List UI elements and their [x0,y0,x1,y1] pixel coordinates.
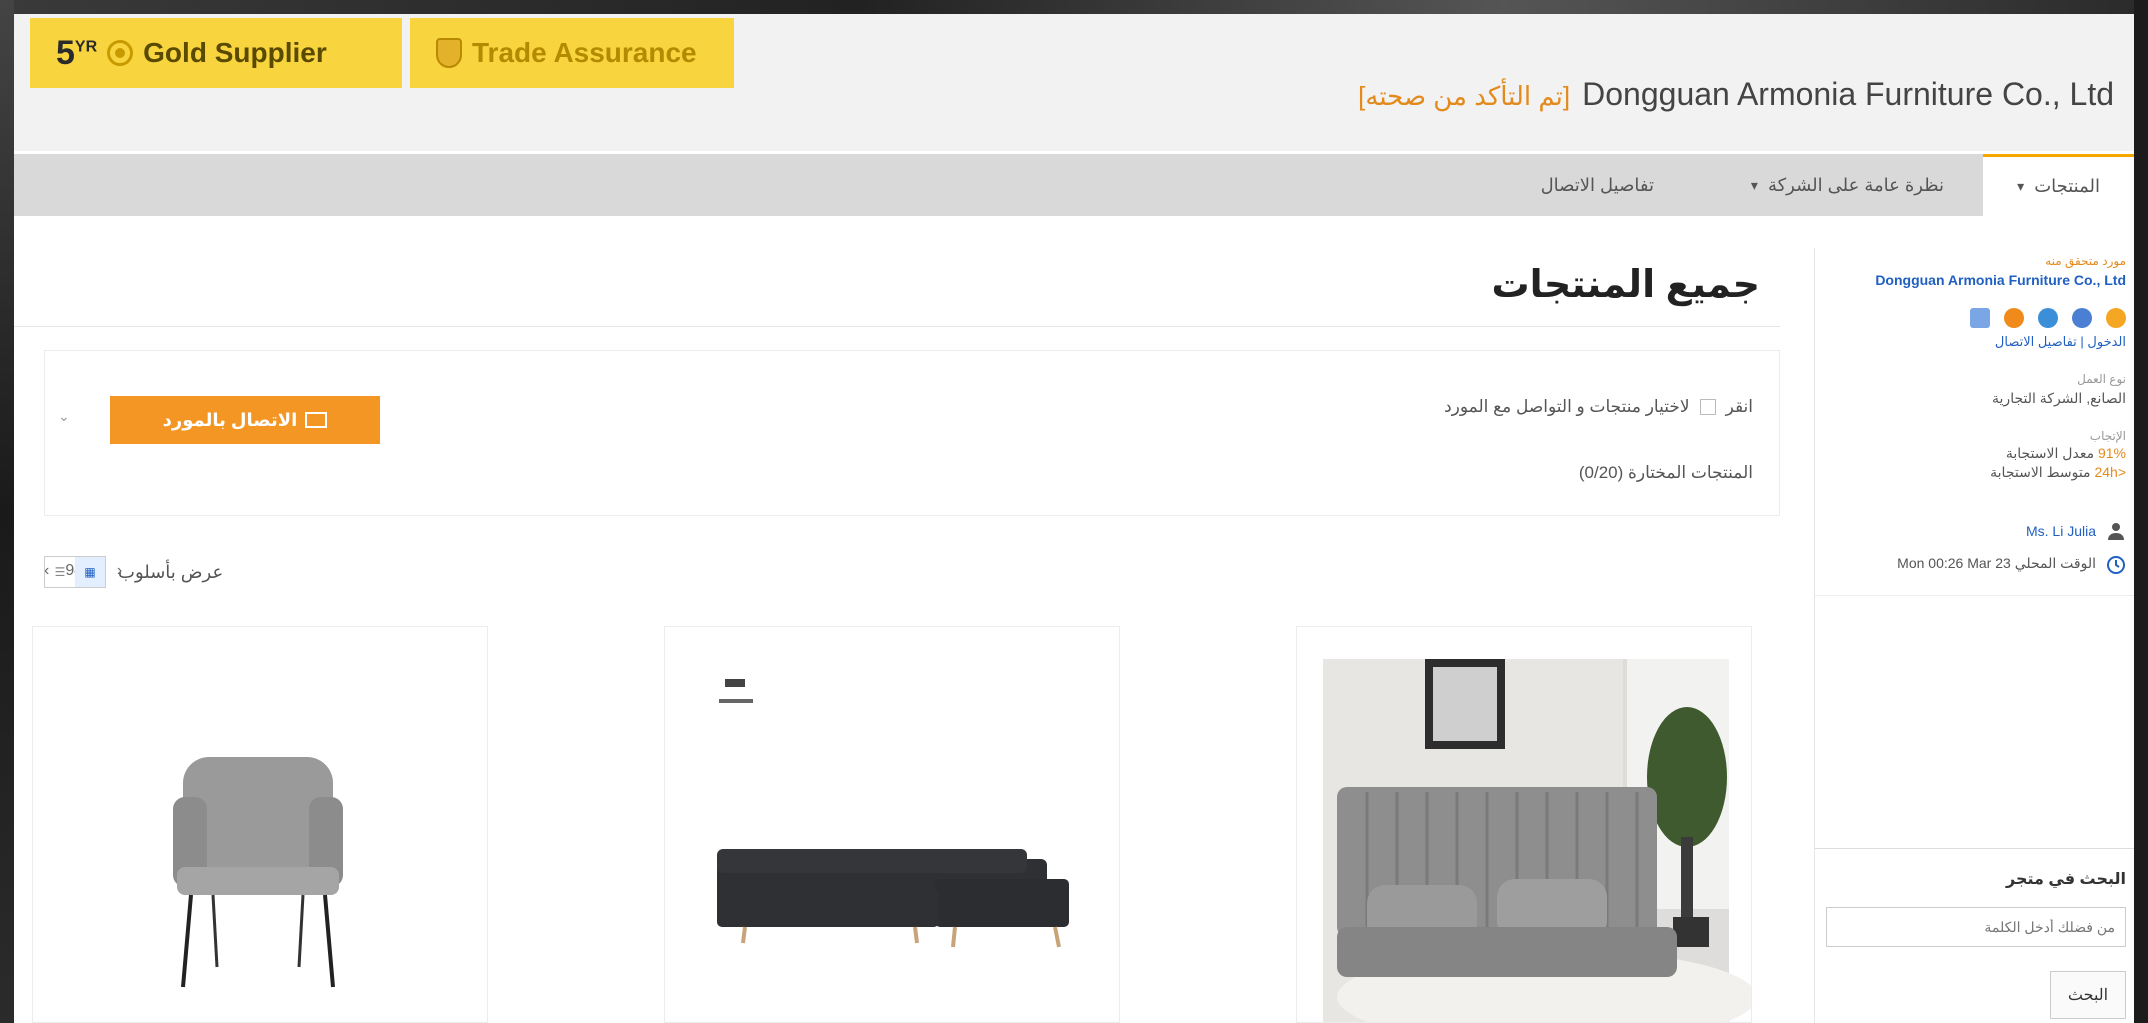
certificate-icon[interactable] [1970,308,1990,328]
tab-products[interactable]: المنتجات ▾ [1983,154,2134,216]
response-time-value: <24h [2094,464,2126,480]
store-nav: المنتجات ▾ نظرة عامة على الشركة ▾ تفاصيل… [14,154,2134,216]
trade-assurance-label: Trade Assurance [472,37,697,68]
response-label: الإتجاب [2089,429,2126,443]
store-page: 5YR Gold Supplier Trade Assurance [تم ال… [14,14,2134,1023]
tab-products-label: المنتجات [2034,176,2100,196]
sidebar-links[interactable]: الدخول | تفاصيل الاتصال [1815,334,2126,350]
supplier-sidebar: مورد متحقق منه Dongguan Armonia Furnitur… [1814,248,2134,1023]
store-search: البحث في متجر البحث [1815,848,2134,1023]
years-value: 5 [56,33,75,72]
response-rate: 91% معدل الاستجابة [1815,445,2126,462]
page-title: جميع المنتجات [1491,264,1760,306]
contact-person-name: Ms. Li Julia [2025,523,2096,539]
gallery-view-icon[interactable]: ▦ [75,557,105,587]
assessed-icon[interactable] [2038,308,2058,328]
years-suffix: YR [74,38,98,56]
contact-supplier-label: الاتصال بالمورد [162,409,298,430]
photo-frame-top [0,0,2148,14]
tab-company-overview[interactable]: نظرة عامة على الشركة ▾ [1751,154,1944,216]
verified-label[interactable]: [تم التأكد من صحته] [1358,81,1570,112]
store-search-title: البحث في متجر [2006,871,2126,888]
person-icon [2106,521,2126,541]
business-type-label: نوع العمل [2077,372,2126,386]
tab-contact-details-label: تفاصيل الاتصال [1540,174,1654,195]
product-card[interactable] [1296,626,1752,1023]
select-hint-prefix: انقر [1725,397,1753,416]
gold-supplier-icon [107,40,134,66]
gold-icon[interactable] [2106,308,2126,328]
response-rate-label: معدل الاستجابة [2005,445,2095,461]
select-hint: انقر لاختيار منتجات و التواصل مع المورد [1444,397,1753,417]
product-card[interactable] [32,626,488,1023]
photo-frame-left [0,0,14,1023]
product-card[interactable] [664,626,1120,1023]
tab-contact-details[interactable]: تفاصيل الاتصال [1541,154,1654,216]
response-time: <24h متوسط الاستجابة [1815,464,2126,481]
clock-icon [2106,555,2126,575]
verified-icon[interactable] [2072,308,2092,328]
trade-assurance-icon [436,38,462,68]
business-type-value: الصانع, الشركة التجارية [1992,390,2126,406]
collapse-caret-icon[interactable]: ⌄ [58,408,70,425]
sidebar-company-name[interactable]: Dongguan Armonia Furniture Co., Ltd [1815,270,2126,290]
years-badge: 5YR [56,34,97,73]
response-time-label: متوسط الاستجابة [1990,464,2091,480]
mail-icon [305,412,328,428]
chevron-down-icon: ▾ [1750,176,1758,193]
list-view-icon[interactable]: ☰ [45,557,75,587]
photo-frame-right [2134,0,2148,1023]
products-main: جميع المنتجات انقر لاختيار منتجات و التو… [14,216,1780,1023]
select-hint-text: لاختيار منتجات و التواصل مع المورد [1444,397,1690,416]
store-search-button[interactable]: البحث [2050,971,2126,1019]
supplier-icons [1815,308,2126,328]
contact-supplier-button[interactable]: الاتصال بالمورد [110,396,380,444]
content-area: مورد متحقق منه Dongguan Armonia Furnitur… [14,216,2134,1023]
response-rate-value: 91% [2097,445,2126,461]
view-switcher: عرض بأسلوب ▦ ☰ [44,552,504,592]
gold-supplier-badge[interactable]: 5YR Gold Supplier [30,18,402,88]
selected-count: المنتجات المختارة (0/20) [1578,463,1753,482]
view-icons: ▦ ☰ [44,556,106,588]
select-checkbox-icon[interactable] [1699,399,1716,415]
store-header: 5YR Gold Supplier Trade Assurance [تم ال… [14,14,2134,151]
product-image [665,627,1119,1022]
local-time: الوقت المحلي Mon 00:26 Mar 23 [1815,555,2126,575]
trade-assurance-badge[interactable]: Trade Assurance [410,18,734,88]
contact-person[interactable]: Ms. Li Julia [1815,521,2126,541]
chevron-down-icon: ▾ [2017,178,2025,194]
view-style-label: عرض بأسلوب [118,561,224,582]
gold-supplier-label: Gold Supplier [143,37,327,68]
tab-company-overview-label: نظرة عامة على الشركة [1767,174,1944,195]
company-name[interactable]: Dongguan Armonia Furniture Co., Ltd [1582,76,2114,113]
store-search-input[interactable] [1826,907,2126,947]
product-image [1323,659,1751,1022]
supplier-card: مورد متحقق منه Dongguan Armonia Furnitur… [1815,248,2134,596]
local-time-label: الوقت المحلي [2014,555,2096,571]
verified-supplier-tag: مورد متحقق منه [2045,254,2126,268]
company-title: [تم التأكد من صحته] Dongguan Armonia Fur… [1358,76,2114,113]
title-divider [14,326,1780,327]
product-image [33,627,487,1022]
local-time-value: Mon 00:26 Mar 23 [1897,555,2011,571]
trade-icon[interactable] [2004,308,2024,328]
